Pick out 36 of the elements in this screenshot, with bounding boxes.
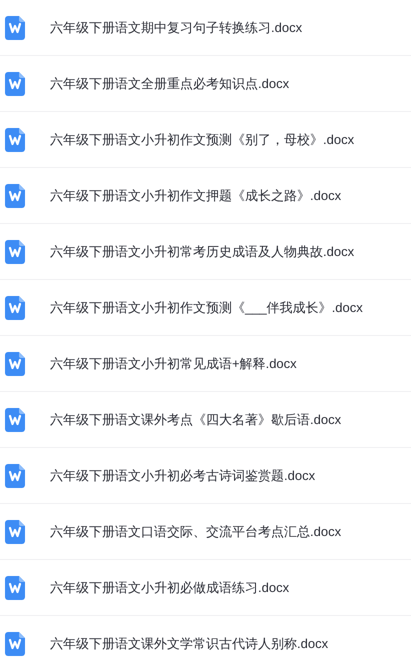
file-name: 六年级下册语文小升初必做成语练习.docx [50, 578, 290, 596]
word-document-icon [5, 352, 25, 376]
file-name: 六年级下册语文课外考点《四大名著》歇后语.docx [50, 410, 342, 428]
file-row[interactable]: 六年级下册语文全册重点必考知识点.docx [0, 56, 411, 112]
file-row[interactable]: 六年级下册语文小升初必考古诗词鉴赏题.docx [0, 448, 411, 504]
word-document-icon [5, 128, 25, 152]
file-name: 六年级下册语文小升初作文预测《___伴我成长》.docx [50, 298, 363, 316]
file-row[interactable]: 六年级下册语文小升初作文押题《成长之路》.docx [0, 168, 411, 224]
file-row[interactable]: 六年级下册语文课外文学常识古代诗人别称.docx [0, 616, 411, 666]
file-row[interactable]: 六年级下册语文小升初作文预测《___伴我成长》.docx [0, 280, 411, 336]
file-name: 六年级下册语文口语交际、交流平台考点汇总.docx [50, 522, 342, 540]
file-name: 六年级下册语文小升初常考历史成语及人物典故.docx [50, 242, 354, 260]
word-document-icon [5, 296, 25, 320]
file-row[interactable]: 六年级下册语文口语交际、交流平台考点汇总.docx [0, 504, 411, 560]
file-name: 六年级下册语文全册重点必考知识点.docx [50, 74, 290, 92]
file-name: 六年级下册语文小升初作文预测《别了，母校》.docx [50, 130, 354, 148]
file-row[interactable]: 六年级下册语文期中复习句子转换练习.docx [0, 0, 411, 56]
word-document-icon [5, 240, 25, 264]
word-document-icon [5, 576, 25, 600]
file-name: 六年级下册语文课外文学常识古代诗人别称.docx [50, 634, 328, 652]
file-name: 六年级下册语文小升初常见成语+解释.docx [50, 354, 297, 372]
file-row[interactable]: 六年级下册语文小升初必做成语练习.docx [0, 560, 411, 616]
word-document-icon [5, 520, 25, 544]
file-row[interactable]: 六年级下册语文小升初常见成语+解释.docx [0, 336, 411, 392]
word-document-icon [5, 16, 25, 40]
file-name: 六年级下册语文期中复习句子转换练习.docx [50, 18, 302, 36]
file-row[interactable]: 六年级下册语文小升初作文预测《别了，母校》.docx [0, 112, 411, 168]
word-document-icon [5, 464, 25, 488]
file-row[interactable]: 六年级下册语文小升初常考历史成语及人物典故.docx [0, 224, 411, 280]
word-document-icon [5, 72, 25, 96]
word-document-icon [5, 184, 25, 208]
word-document-icon [5, 632, 25, 656]
file-row[interactable]: 六年级下册语文课外考点《四大名著》歇后语.docx [0, 392, 411, 448]
file-name: 六年级下册语文小升初作文押题《成长之路》.docx [50, 186, 342, 204]
file-name: 六年级下册语文小升初必考古诗词鉴赏题.docx [50, 466, 316, 484]
word-document-icon [5, 408, 25, 432]
